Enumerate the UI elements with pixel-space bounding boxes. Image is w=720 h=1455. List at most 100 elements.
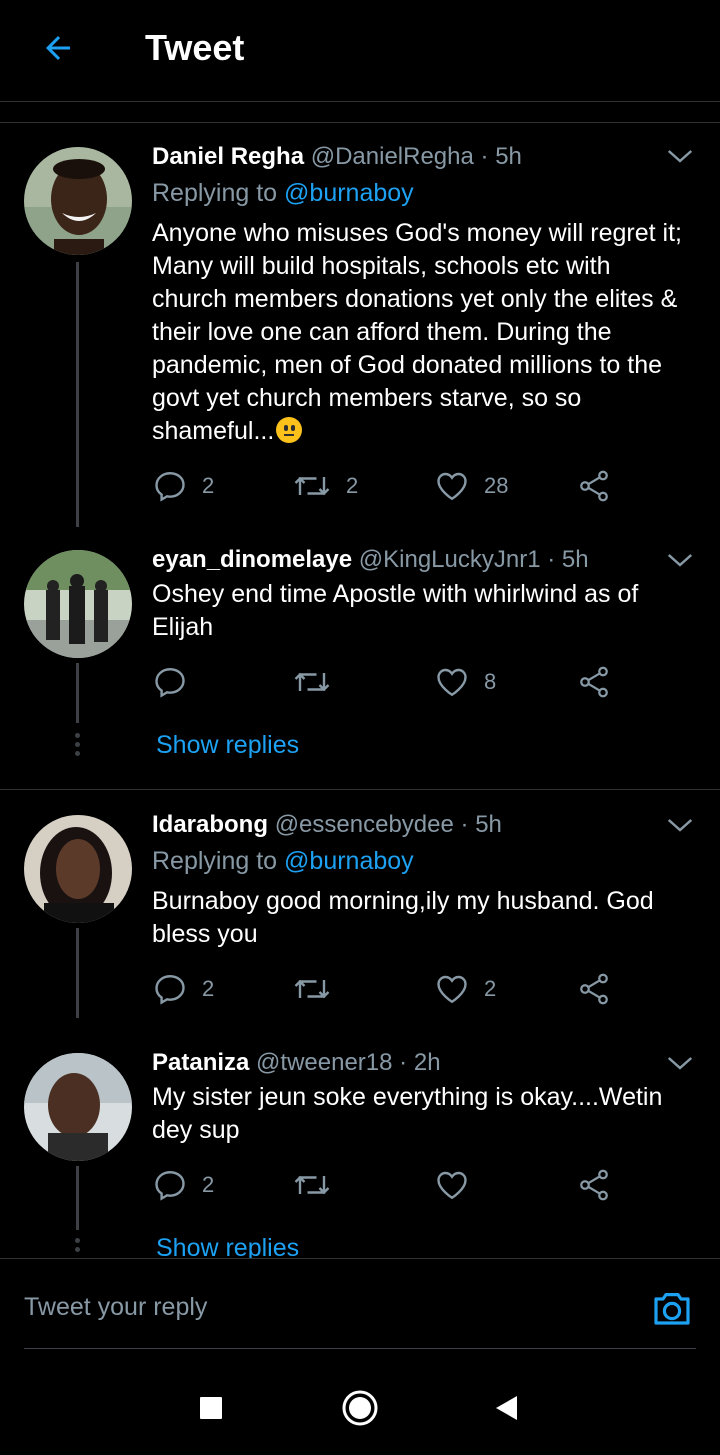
tweet-meta: Daniel Regha @DanielRegha · 5h	[152, 141, 522, 173]
reply-count: 2	[202, 976, 215, 1001]
retweet-icon	[294, 672, 330, 692]
share-button[interactable]	[576, 969, 612, 1009]
back-nav-button[interactable]	[488, 1390, 524, 1426]
like-button[interactable]: 28	[434, 466, 508, 506]
like-button[interactable]	[434, 1165, 484, 1205]
reply-count: 2	[202, 473, 215, 498]
avatar[interactable]	[24, 147, 132, 255]
system-nav-bar	[0, 1370, 720, 1455]
back-button[interactable]	[36, 26, 80, 70]
replying-label: Replying to	[152, 847, 278, 875]
avatar[interactable]	[24, 815, 132, 923]
chevron-down-icon[interactable]	[665, 545, 695, 575]
share-button[interactable]	[576, 662, 612, 702]
thread-continuation-dots	[75, 733, 80, 760]
separator: ·	[547, 546, 556, 573]
recents-button[interactable]	[193, 1390, 229, 1426]
share-button[interactable]	[576, 466, 612, 506]
thread-line	[76, 262, 79, 527]
tweet-actions: 2 2 28	[152, 466, 632, 506]
mention-link[interactable]: @burnaboy	[284, 847, 414, 875]
display-name[interactable]: Daniel Regha	[152, 143, 304, 170]
retweet-count: 2	[346, 473, 359, 498]
reply-button[interactable]: 2	[152, 1165, 214, 1205]
reply-icon	[155, 472, 185, 502]
separator: ·	[460, 811, 469, 838]
display-name[interactable]: eyan_dinomelaye	[152, 546, 352, 573]
timestamp: 5h	[561, 546, 589, 573]
reply-button[interactable]	[152, 662, 202, 702]
retweet-icon	[294, 476, 330, 496]
heart-icon	[437, 668, 467, 697]
retweet-button[interactable]	[292, 1165, 346, 1205]
like-count: 28	[484, 473, 509, 498]
tweet-text: Burnaboy good morning,ily my husband. Go…	[152, 887, 654, 948]
show-replies-link[interactable]: Show replies	[156, 729, 299, 761]
section-gap	[0, 102, 720, 123]
share-icon	[580, 470, 608, 502]
user-handle[interactable]: @KingLuckyJnr1	[359, 546, 541, 573]
replying-label: Replying to	[152, 179, 278, 207]
timestamp: 5h	[475, 811, 502, 838]
display-name[interactable]: Idarabong	[152, 811, 268, 838]
like-button[interactable]: 2	[434, 969, 496, 1009]
mention-link[interactable]: @burnaboy	[284, 179, 414, 207]
reply-icon	[155, 975, 185, 1005]
thread-continuation-dots	[75, 1238, 80, 1256]
display-name[interactable]: Pataniza	[152, 1049, 249, 1076]
timestamp: 5h	[495, 143, 522, 170]
user-handle[interactable]: @DanielRegha	[311, 143, 474, 170]
tweet-text: Oshey end time Apostle with whirlwind as…	[152, 580, 639, 641]
retweet-button[interactable]	[292, 969, 346, 1009]
chevron-down-icon[interactable]	[665, 1048, 695, 1078]
user-handle[interactable]: @essencebydee	[275, 811, 454, 838]
tweet-text: Anyone who misuses God's money will regr…	[152, 217, 692, 448]
tweet-meta: Pataniza @tweener18 · 2h	[152, 1047, 441, 1079]
reply-icon	[155, 1171, 185, 1201]
replying-to-line: Replying to @burnaboy	[152, 845, 414, 877]
chevron-down-icon[interactable]	[665, 141, 695, 171]
avatar[interactable]	[24, 1053, 132, 1161]
retweet-button[interactable]: 2	[292, 466, 358, 506]
tweet-actions: 8	[152, 662, 632, 702]
retweet-icon	[294, 1175, 330, 1195]
separator: ·	[399, 1049, 408, 1076]
page-title: Tweet	[145, 27, 245, 68]
heart-icon	[437, 1171, 467, 1200]
tweet-meta: Idarabong @essencebydee · 5h	[152, 809, 502, 841]
heart-icon	[437, 975, 467, 1004]
like-button[interactable]: 8	[434, 662, 496, 702]
tweet-actions: 2	[152, 1165, 632, 1205]
thread-line	[76, 663, 79, 723]
tweet-text-content: Anyone who misuses God's money will regr…	[152, 219, 682, 445]
tweet-actions: 2 2	[152, 969, 632, 1009]
home-button[interactable]	[338, 1386, 382, 1430]
timestamp: 2h	[413, 1049, 441, 1076]
retweet-icon	[294, 979, 330, 999]
heart-icon	[437, 472, 467, 501]
reply-count: 2	[202, 1172, 215, 1197]
chevron-down-icon[interactable]	[665, 810, 695, 840]
separator: ·	[480, 143, 489, 170]
square-icon	[200, 1397, 222, 1419]
reply-input[interactable]: Tweet your reply	[24, 1289, 624, 1325]
neutral-face-emoji-icon	[276, 417, 303, 443]
replying-to-line: Replying to @burnaboy	[152, 177, 414, 209]
thread-divider	[0, 789, 720, 790]
thread-line	[76, 1166, 79, 1230]
arrow-left-icon	[46, 36, 70, 60]
tweet-meta: eyan_dinomelaye @KingLuckyJnr1 · 5h	[152, 544, 589, 576]
avatar[interactable]	[24, 550, 132, 658]
camera-icon[interactable]	[648, 1285, 696, 1333]
like-count: 2	[484, 976, 497, 1001]
share-icon	[580, 666, 608, 698]
user-handle[interactable]: @tweener18	[256, 1049, 392, 1076]
circle-icon	[342, 1390, 378, 1426]
top-app-bar: Tweet	[0, 0, 720, 102]
like-count: 8	[484, 669, 497, 694]
share-button[interactable]	[576, 1165, 612, 1205]
triangle-back-icon	[496, 1396, 517, 1420]
retweet-button[interactable]	[292, 662, 346, 702]
reply-button[interactable]: 2	[152, 969, 214, 1009]
reply-button[interactable]: 2	[152, 466, 214, 506]
